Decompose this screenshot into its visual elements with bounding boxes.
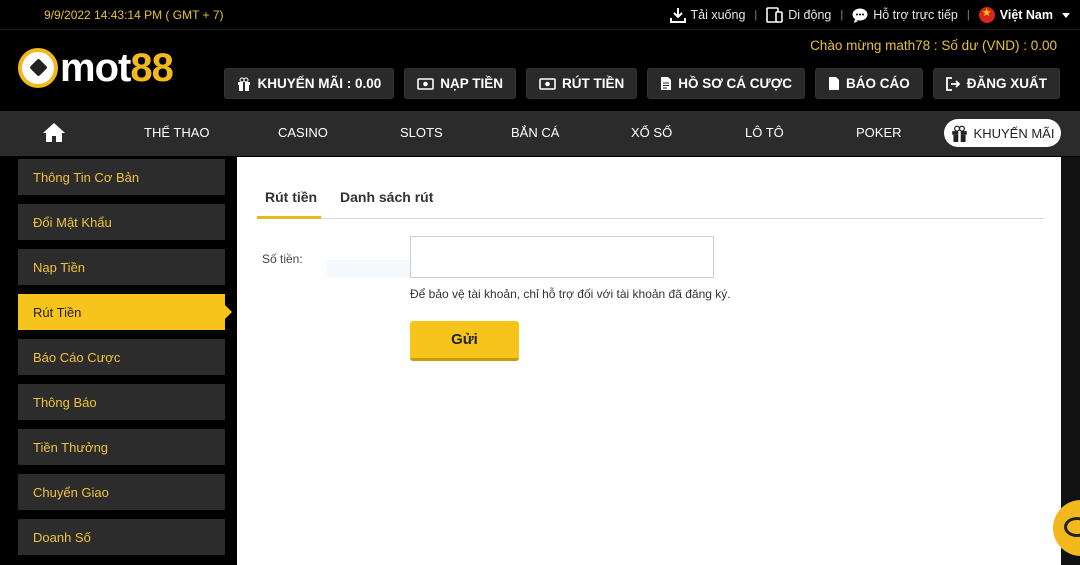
mobile-label: Di động <box>788 8 832 22</box>
home-icon <box>43 123 65 142</box>
sidebar-item-transfer[interactable]: Chuyển Giao <box>18 474 225 510</box>
nav-slots[interactable]: SLOTS <box>400 125 443 140</box>
support-label: Hỗ trợ trực tiếp <box>873 8 958 22</box>
download-label: Tải xuống <box>690 8 746 22</box>
header-buttons: KHUYẾN MÃI : 0.00 NẠP TIỀN RÚT TIỀN HỒ S… <box>224 68 1060 99</box>
deposit-button[interactable]: NẠP TIỀN <box>404 68 516 99</box>
support-link[interactable]: Hỗ trợ trực tiếp <box>852 8 958 23</box>
logout-button[interactable]: ĐĂNG XUẤT <box>932 68 1060 99</box>
amount-label: Số tiền: <box>262 252 303 266</box>
nav-sports[interactable]: THỂ THAO <box>144 125 210 140</box>
nav-poker[interactable]: POKER <box>856 125 902 140</box>
separator: | <box>840 9 844 21</box>
nav-loto[interactable]: LÔ TÔ <box>745 125 784 140</box>
mobile-icon <box>766 7 784 23</box>
gift-icon <box>951 125 967 142</box>
logout-icon <box>945 76 961 91</box>
top-bar: 9/9/2022 14:43:14 PM ( GMT + 7) Tải xuốn… <box>0 0 1080 30</box>
nav-lottery[interactable]: XỔ SỐ <box>631 125 672 140</box>
logo-text: mot88 <box>60 46 174 90</box>
withdraw-panel: Rút tiền Danh sách rút Số tiền: Để bảo v… <box>237 157 1061 565</box>
top-links: Tải xuống | Di động | Hỗ trợ trực tiếp |… <box>669 5 1070 25</box>
account-hint: Để bảo vệ tài khoản, chỉ hỗ trợ đối với … <box>410 287 731 301</box>
download-icon <box>669 8 686 23</box>
welcome-balance: Chào mừng math78 : Số dư (VND) : 0.00 <box>810 38 1057 53</box>
sidebar-item-withdraw[interactable]: Rút Tiền <box>18 294 232 330</box>
language-label: Việt Nam <box>999 8 1053 22</box>
document-icon <box>661 77 672 90</box>
submit-button[interactable]: Gửi <box>410 321 519 361</box>
money-icon <box>539 77 556 90</box>
mobile-link[interactable]: Di động <box>766 7 831 23</box>
account-sidebar: Thông Tin Cơ Bản Đổi Mật Khẩu Nạp Tiền R… <box>0 156 236 565</box>
chat-bubble-icon <box>852 8 868 23</box>
nav-casino[interactable]: CASINO <box>278 125 328 140</box>
main-nav: THỂ THAO CASINO SLOTS BẮN CÁ XỔ SỐ LÔ TÔ… <box>0 111 1080 156</box>
gift-icon <box>238 77 251 91</box>
chevron-down-icon <box>1062 12 1070 18</box>
sidebar-item-bet-report[interactable]: Báo Cáo Cược <box>18 339 225 375</box>
report-label: BÁO CÁO <box>846 76 910 91</box>
amount-input[interactable] <box>410 236 714 278</box>
download-link[interactable]: Tải xuống <box>669 7 746 23</box>
separator: | <box>754 9 758 21</box>
bet-history-label: HỒ SƠ CÁ CƯỢC <box>678 76 792 91</box>
report-button[interactable]: BÁO CÁO <box>815 68 923 99</box>
withdraw-button[interactable]: RÚT TIỀN <box>526 68 638 99</box>
logout-label: ĐĂNG XUẤT <box>966 76 1047 91</box>
promo-balance-button[interactable]: KHUYẾN MÃI : 0.00 <box>224 68 395 99</box>
money-icon <box>417 77 435 90</box>
home-link[interactable] <box>42 121 66 148</box>
tab-bar: Rút tiền Danh sách rút <box>257 186 1044 219</box>
sidebar-item-change-password[interactable]: Đổi Mật Khẩu <box>18 204 225 240</box>
tab-withdraw-list[interactable]: Danh sách rút <box>340 186 433 219</box>
header: mot88 Chào mừng math78 : Số dư (VND) : 0… <box>0 30 1080 111</box>
nav-promo-label: KHUYẾN MÃI <box>973 125 1055 141</box>
nav-fishing[interactable]: BẮN CÁ <box>511 125 559 140</box>
vietnam-flag-icon <box>978 6 995 23</box>
withdraw-label: RÚT TIỀN <box>562 76 625 91</box>
language-selector[interactable]: Việt Nam <box>978 6 1070 23</box>
soccer-ball-icon <box>18 48 58 88</box>
deposit-label: NẠP TIỀN <box>440 76 503 91</box>
sidebar-item-deposit[interactable]: Nạp Tiền <box>18 249 225 285</box>
sidebar-item-basic-info[interactable]: Thông Tin Cơ Bản <box>18 159 225 195</box>
tab-withdraw[interactable]: Rút tiền <box>257 186 321 219</box>
promo-balance-label: KHUYẾN MÃI : 0.00 <box>257 76 382 91</box>
separator: | <box>966 9 970 21</box>
sidebar-item-turnover[interactable]: Doanh Số <box>18 519 225 555</box>
bet-history-button[interactable]: HỒ SƠ CÁ CƯỢC <box>647 68 805 99</box>
logo[interactable]: mot88 <box>18 46 174 90</box>
datetime: 9/9/2022 14:43:14 PM ( GMT + 7) <box>44 8 224 22</box>
sidebar-item-notifications[interactable]: Thông Báo <box>18 384 225 420</box>
sidebar-item-bonus[interactable]: Tiền Thưởng <box>18 429 225 465</box>
file-icon <box>829 77 839 90</box>
nav-promo-button[interactable]: KHUYẾN MÃI <box>944 119 1061 147</box>
